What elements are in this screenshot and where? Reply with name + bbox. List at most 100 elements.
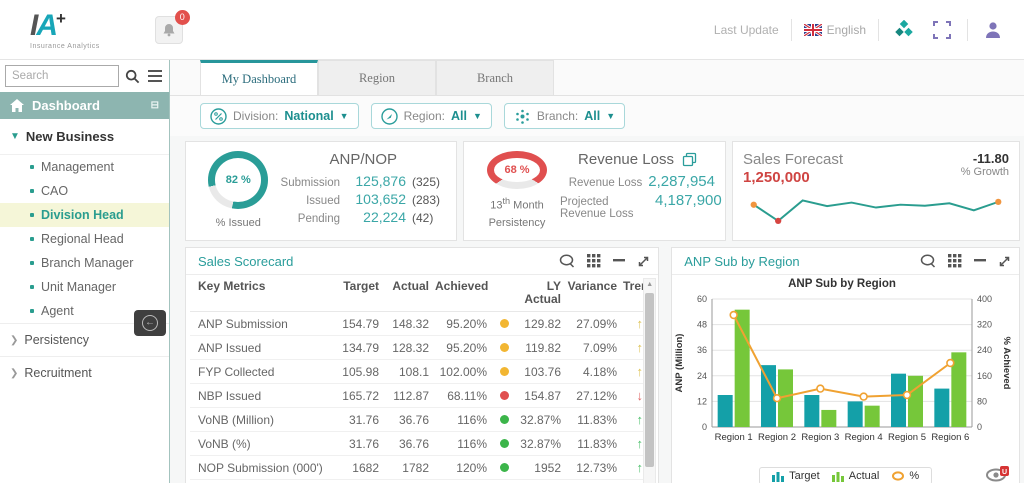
table-scrollbar[interactable]: ▲ ▼	[643, 278, 656, 483]
sparkline-marker	[751, 202, 757, 208]
grid-view-button[interactable]	[587, 254, 601, 268]
home-icon	[10, 99, 24, 112]
value-cell: 105.98	[332, 360, 382, 384]
trend-up-icon: ↑	[620, 312, 646, 336]
sidebar-item-management[interactable]: Management	[0, 155, 169, 179]
metric-cell: VoNB (Million)	[190, 408, 332, 432]
actual-bar[interactable]	[822, 410, 837, 427]
target-bar[interactable]	[848, 401, 863, 427]
table-row[interactable]: ANP Submission154.79148.3295.20%129.8227…	[190, 312, 646, 336]
sidebar-item-label: Branch Manager	[41, 256, 133, 270]
expand-button[interactable]	[637, 255, 650, 268]
window-icon[interactable]: ⊟	[151, 100, 159, 111]
status-dot	[490, 456, 512, 480]
target-bar[interactable]	[805, 395, 820, 427]
actual-bar[interactable]	[908, 376, 923, 427]
filter-value: All	[584, 109, 600, 123]
branch-filter[interactable]: Branch: All ▼	[504, 103, 625, 129]
row-label: Submission	[281, 177, 340, 189]
sidebar-search-row	[0, 60, 169, 92]
metric-cell: ANP Submission	[190, 312, 332, 336]
filter-value: All	[451, 109, 467, 123]
percent-marker[interactable]	[861, 393, 868, 400]
legend-target[interactable]: Target	[772, 470, 820, 482]
percent-marker[interactable]	[774, 395, 781, 402]
caret-down-icon: ▼	[473, 111, 482, 121]
tab-branch[interactable]: Branch	[436, 60, 554, 95]
scroll-thumb[interactable]	[645, 293, 654, 467]
percent-marker[interactable]	[731, 312, 738, 319]
sidebar-collapse-button[interactable]: ←	[134, 310, 166, 336]
expand-button[interactable]	[998, 255, 1011, 268]
apps-cubes-button[interactable]	[891, 17, 917, 43]
percent-marker[interactable]	[947, 360, 954, 367]
search-input[interactable]	[5, 65, 119, 87]
table-row[interactable]: VoNB (Million)31.7636.76116%32.87%11.83%…	[190, 408, 646, 432]
col-trend[interactable]: Trend	[620, 275, 646, 312]
legend-actual[interactable]: Actual	[832, 470, 880, 482]
copy-icon[interactable]	[682, 152, 697, 167]
sidebar-item-branch-manager[interactable]: Branch Manager	[0, 251, 169, 275]
value-cell: 1952	[512, 456, 564, 480]
col-key-metrics[interactable]: Key Metrics	[190, 275, 332, 312]
table-row[interactable]: VoNB (%)31.7636.76116%32.87%11.83%↑	[190, 432, 646, 456]
col-target[interactable]: Target	[332, 275, 382, 312]
hamburger-icon	[148, 70, 162, 82]
col-variance[interactable]: Variance	[564, 275, 620, 312]
metric-cell: NBP Issued	[190, 384, 332, 408]
tab-region[interactable]: Region	[318, 60, 436, 95]
actual-bar[interactable]	[735, 310, 750, 427]
bell-icon	[161, 22, 177, 38]
actual-bar[interactable]	[865, 406, 880, 427]
value-cell: 1952	[512, 480, 564, 483]
sidebar-item-cao[interactable]: CAO	[0, 179, 169, 203]
table-row[interactable]: NBP Issued165.72112.8768.11%154.8727.12%…	[190, 384, 646, 408]
target-bar[interactable]	[718, 395, 733, 427]
comment-button[interactable]	[920, 254, 936, 268]
anp-nop-card: 82 % % Issued ANP/NOP Submission 125,876…	[185, 141, 457, 241]
percent-marker[interactable]	[904, 392, 911, 399]
minimize-button[interactable]	[974, 255, 986, 267]
fullscreen-button[interactable]	[929, 17, 955, 43]
grid-view-button[interactable]	[948, 254, 962, 268]
table-row[interactable]: FYP Collected105.98108.1102.00%103.764.1…	[190, 360, 646, 384]
chevron-down-icon: ▼	[10, 131, 20, 142]
sidebar-item-division-head[interactable]: Division Head	[0, 203, 169, 227]
col-actual[interactable]: Actual	[382, 275, 432, 312]
menu-toggle-button[interactable]	[145, 66, 165, 86]
tab-my-dashboard[interactable]: My Dashboard	[200, 60, 318, 95]
sidebar-group-recruitment[interactable]: ❯ Recruitment	[0, 356, 169, 389]
eye-watermark-icon[interactable]: U	[985, 465, 1011, 483]
sidebar-item-regional-head[interactable]: Regional Head	[0, 227, 169, 251]
region-filter[interactable]: Region: All ▼	[371, 103, 492, 129]
sidebar-item-dashboard[interactable]: Dashboard ⊟	[0, 92, 169, 119]
comment-button[interactable]	[559, 254, 575, 268]
notifications-button[interactable]: 0	[155, 16, 183, 44]
division-filter[interactable]: Division: National ▼	[200, 103, 359, 129]
table-row[interactable]: ANP Issued134.79128.3295.20%119.827.09%↑	[190, 336, 646, 360]
value-cell: 112.87	[382, 384, 432, 408]
sales-forecast-title: Sales Forecast	[743, 151, 843, 168]
arrow-left-icon: ←	[142, 315, 158, 331]
search-button[interactable]	[122, 66, 142, 86]
minimize-button[interactable]	[613, 255, 625, 267]
gauge-value: 82 %	[215, 158, 261, 202]
user-menu-button[interactable]	[980, 17, 1006, 43]
sidebar-item-unit-manager[interactable]: Unit Manager	[0, 275, 169, 299]
table-row[interactable]: NOP Issued (000')16521762107%19529.73%↑	[190, 480, 646, 483]
tab-bar: My Dashboard Region Branch	[170, 60, 1024, 96]
percent-marker[interactable]	[817, 385, 824, 392]
target-bar[interactable]	[891, 374, 906, 427]
col-achieved[interactable]: Achieved	[432, 275, 490, 312]
target-bar[interactable]	[935, 389, 950, 427]
scroll-up-arrow[interactable]: ▲	[644, 279, 655, 291]
language-selector[interactable]: English	[804, 23, 866, 37]
grid-icon	[948, 254, 962, 268]
col-ly-actual[interactable]: LY Actual	[512, 275, 564, 312]
value-cell: 12.73%	[564, 456, 620, 480]
sidebar-group-new-business[interactable]: ▼ New Business	[0, 119, 169, 155]
status-dot	[490, 408, 512, 432]
anp-region-chart: ANP Sub by Region01224364860080160240320…	[672, 275, 1012, 461]
table-row[interactable]: NOP Submission (000')16821782120%195212.…	[190, 456, 646, 480]
legend-percent[interactable]: %	[891, 470, 919, 482]
